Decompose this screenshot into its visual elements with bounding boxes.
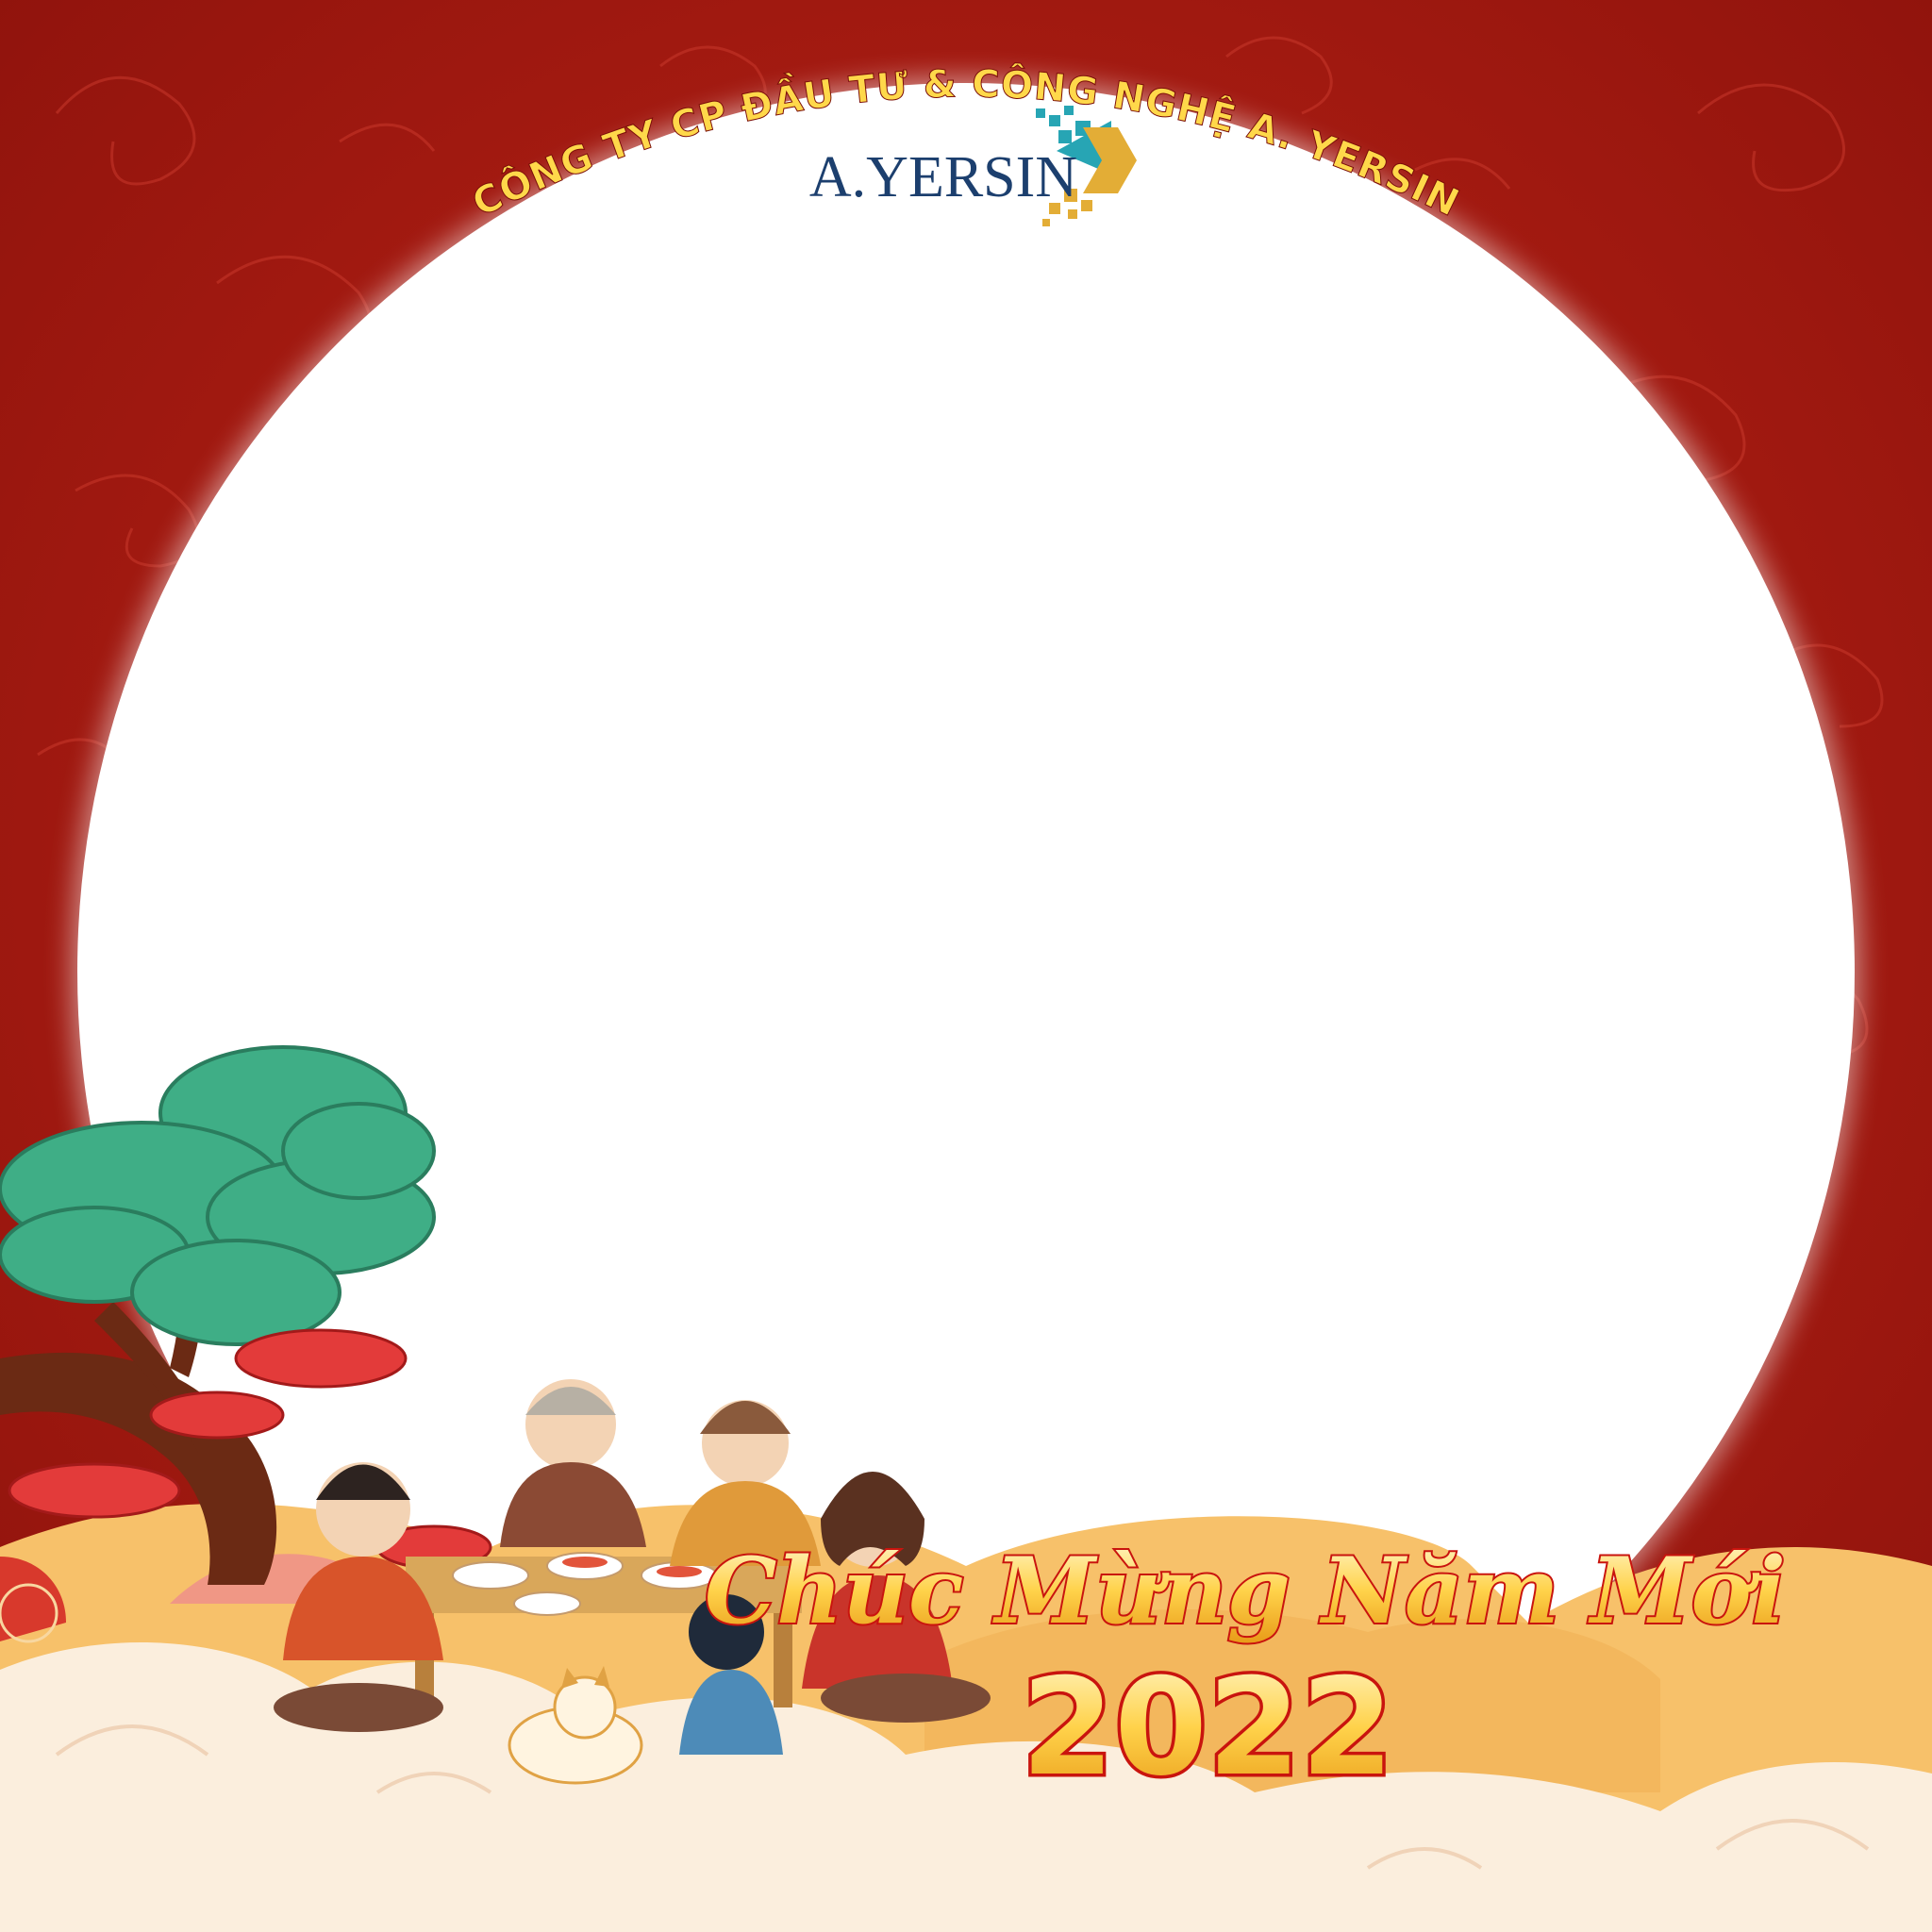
frame-artwork: CÔNG TY CP ĐẦU TƯ & CÔNG NGHỆ A. YERSIN … [0, 0, 1932, 1932]
year-text: 2022 [1021, 1650, 1393, 1806]
greeting-text: Chúc Mừng Năm Mới [705, 1538, 1786, 1644]
company-logo-text: A.YERSIN [809, 145, 1077, 209]
avatar-frame: CÔNG TY CP ĐẦU TƯ & CÔNG NGHỆ A. YERSIN … [0, 0, 1932, 1932]
